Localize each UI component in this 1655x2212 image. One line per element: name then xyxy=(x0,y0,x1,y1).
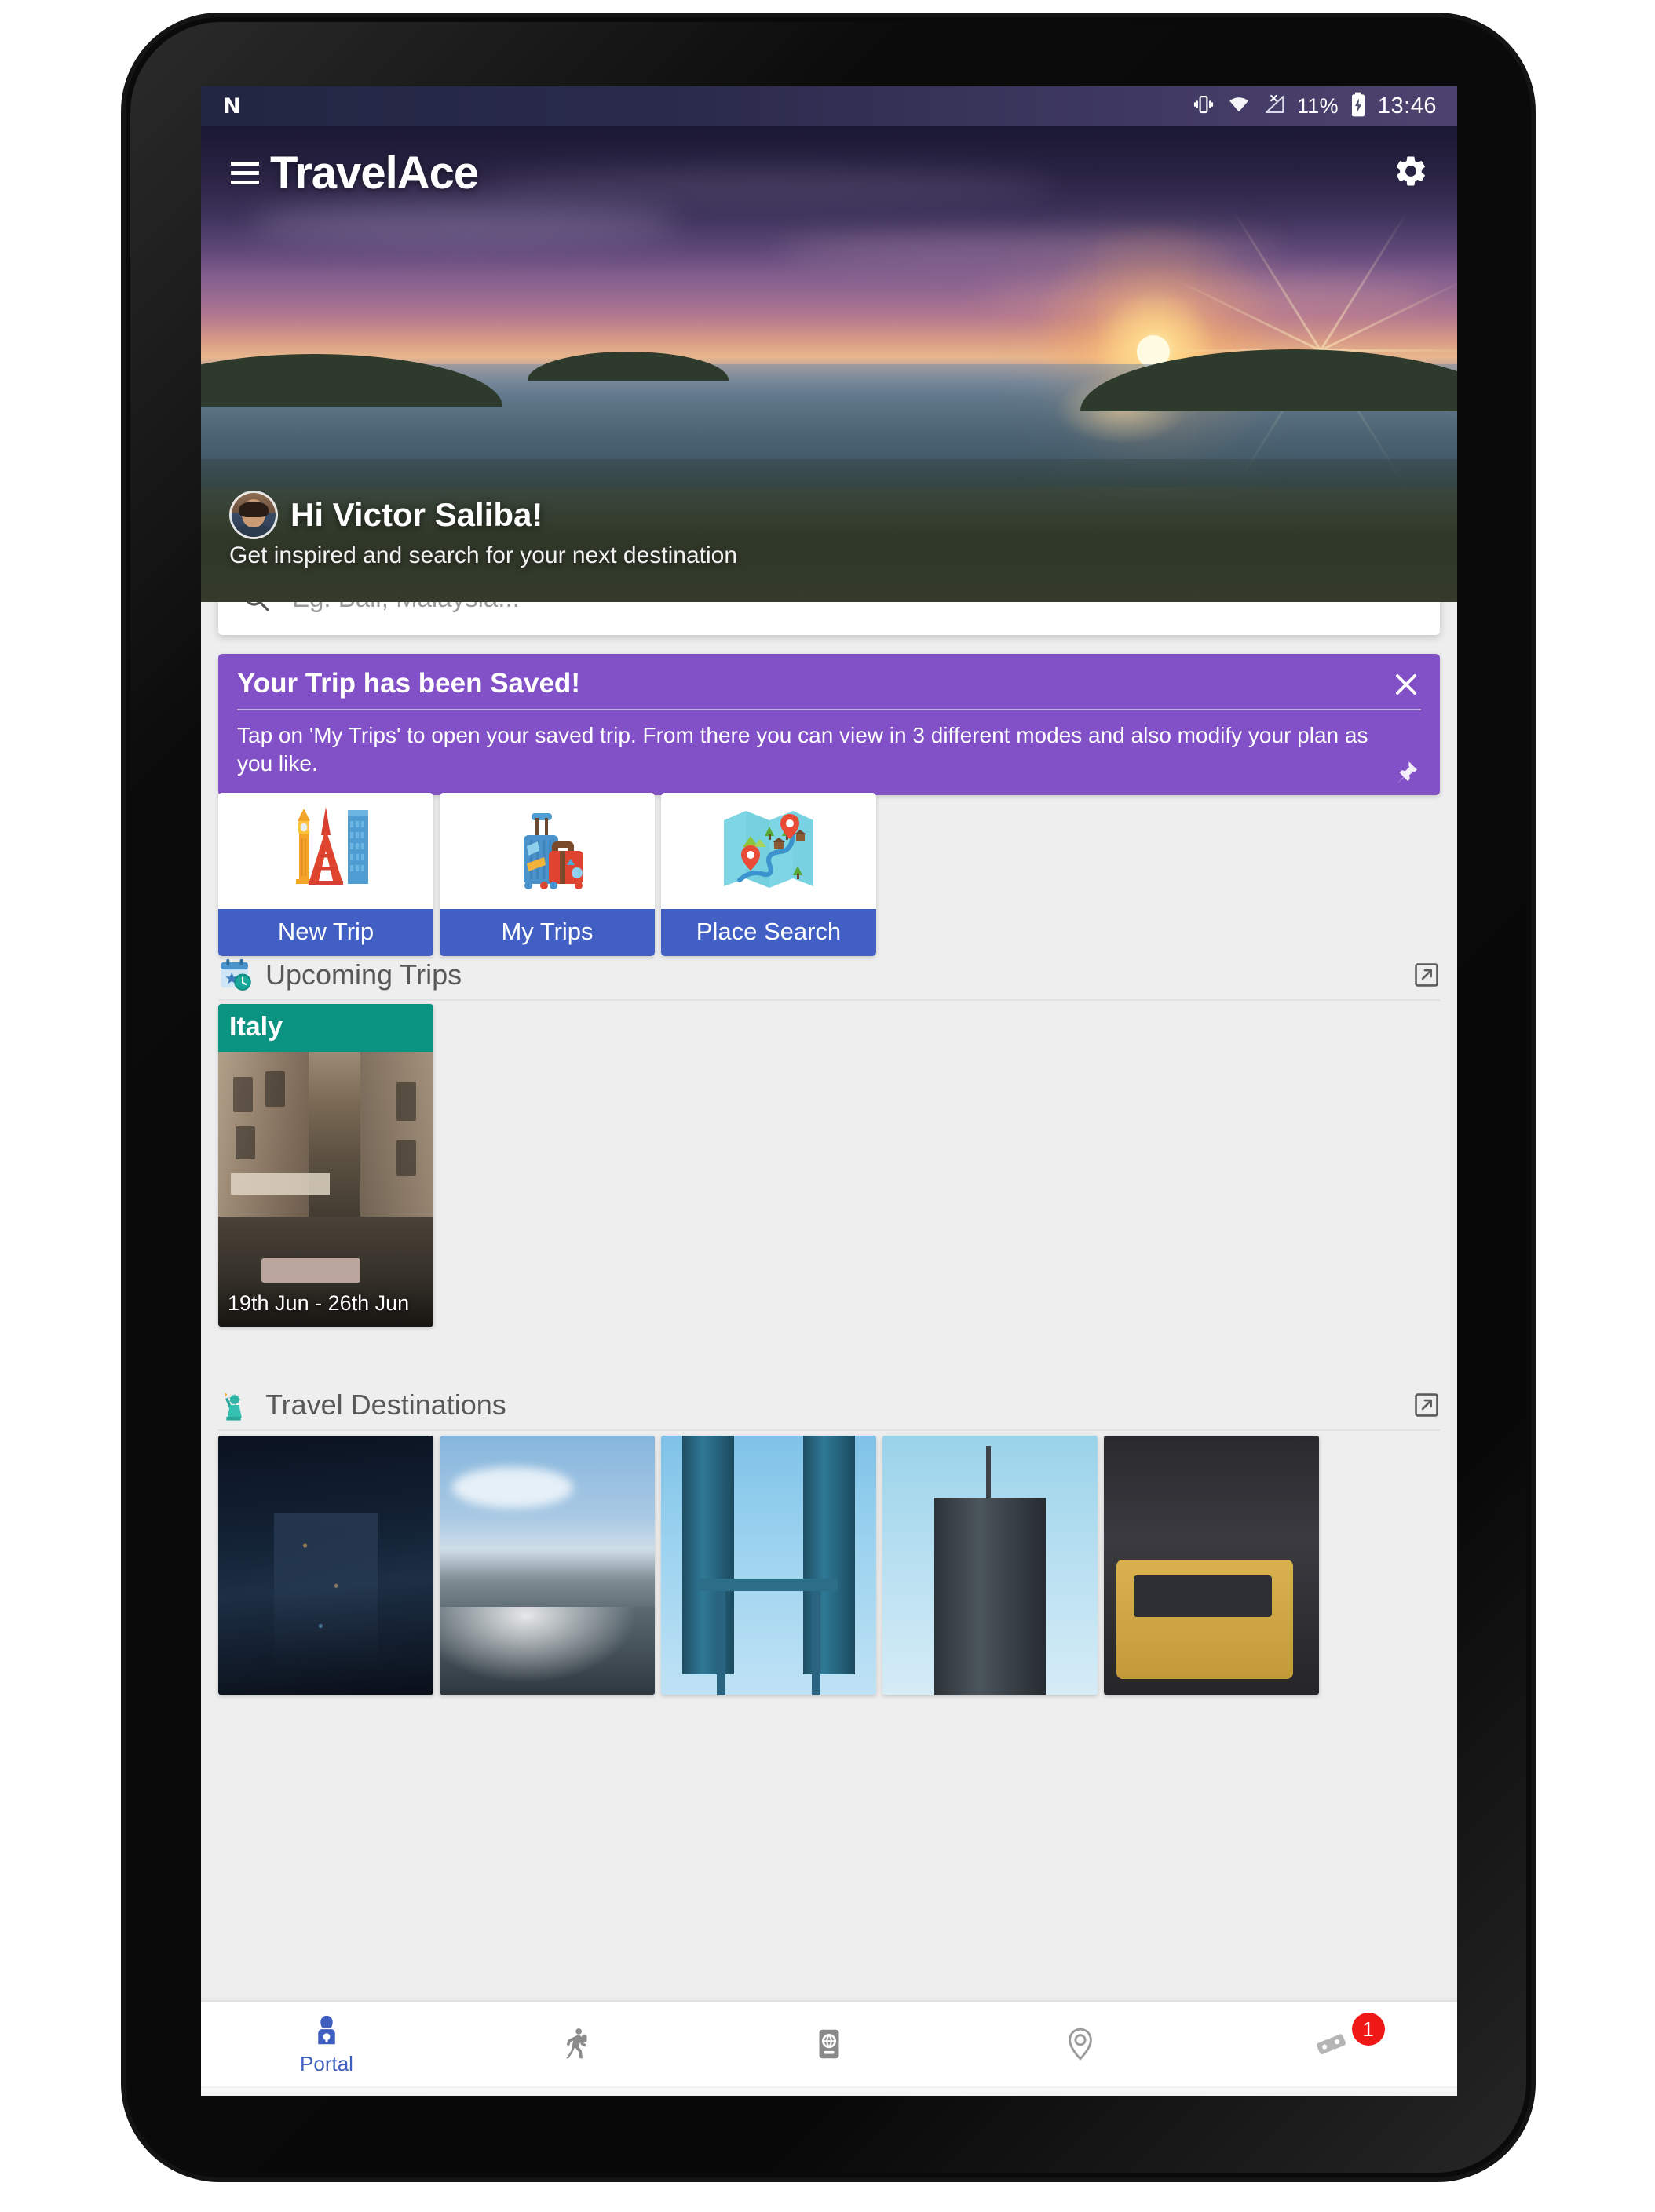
trip-cafe-table xyxy=(261,1257,360,1283)
screenshot-root: N 11% 13:46 TravelAce Hi Victor Saliba! … xyxy=(0,0,1655,2212)
close-icon[interactable] xyxy=(1391,670,1421,699)
expand-icon[interactable] xyxy=(1413,1392,1440,1418)
avatar[interactable] xyxy=(229,491,278,539)
landmarks-icon xyxy=(218,793,433,909)
hero-headland xyxy=(1080,349,1457,412)
upcoming-trips-section-header: Upcoming Trips xyxy=(218,957,1440,1001)
nav-item-location[interactable] xyxy=(955,2002,1206,2086)
banner-message: Tap on 'My Trips' to open your saved tri… xyxy=(237,721,1421,783)
trip-window xyxy=(396,1140,417,1176)
page-content: Your Trip has been Saved! Tap on 'My Tri… xyxy=(201,602,1457,2002)
trip-window xyxy=(235,1126,255,1159)
battery-percent-label: 11% xyxy=(1296,93,1339,118)
app-bar: TravelAce xyxy=(201,126,1457,220)
app-title: TravelAce xyxy=(270,147,479,199)
place-search-card[interactable]: Place Search xyxy=(661,793,876,956)
banner-header: Your Trip has been Saved! xyxy=(237,668,1421,710)
travel-destinations-title: Travel Destinations xyxy=(265,1389,506,1421)
destination-thumb-taxi[interactable] xyxy=(1104,1436,1319,1695)
passport-icon xyxy=(819,2029,839,2059)
nav-item-portal[interactable]: Portal xyxy=(201,2002,452,2086)
notification-n-icon: N xyxy=(223,93,241,119)
nav-badge-count: 1 xyxy=(1351,2013,1385,2046)
hero-headland xyxy=(201,354,502,407)
quick-action-row: New Trip My Trips Place Search xyxy=(218,793,876,956)
gear-icon[interactable] xyxy=(1393,153,1429,193)
portal-person-icon xyxy=(318,2015,335,2044)
nav-item-tickets[interactable]: 1 xyxy=(1206,2002,1457,2086)
tickets-icon xyxy=(1317,2034,1346,2055)
hamburger-menu-icon[interactable] xyxy=(231,159,259,186)
travel-destinations-section-header: Travel Destinations xyxy=(218,1387,1440,1431)
android-system-nav xyxy=(201,2086,1457,2096)
nav-item-passport[interactable] xyxy=(703,2002,955,2086)
new-trip-label: New Trip xyxy=(218,909,433,956)
destination-thumb-skyscraper[interactable] xyxy=(882,1436,1098,1695)
trip-window xyxy=(265,1071,285,1107)
trip-building-left xyxy=(218,1052,309,1239)
battery-charging-icon xyxy=(1350,92,1367,121)
hero-headland xyxy=(528,352,729,381)
travel-destinations-row xyxy=(218,1436,1319,1695)
banner-message-text: Tap on 'My Trips' to open your saved tri… xyxy=(237,723,1368,776)
destination-thumb-city-night[interactable] xyxy=(218,1436,433,1695)
upcoming-trips-title: Upcoming Trips xyxy=(265,958,462,991)
expand-icon[interactable] xyxy=(1413,962,1440,988)
hero-cloud xyxy=(779,235,1281,265)
trip-window xyxy=(233,1076,253,1112)
status-bar-left: N xyxy=(223,96,1192,117)
trip-window xyxy=(396,1082,417,1121)
trip-destination-label: Italy xyxy=(218,1004,433,1052)
destination-thumb-twin-towers[interactable] xyxy=(661,1436,876,1695)
greeting-subtitle: Get inspired and search for your next de… xyxy=(229,542,738,568)
vibrate-icon xyxy=(1192,93,1215,120)
calendar-clock-icon xyxy=(221,958,251,991)
map-icon xyxy=(661,793,876,909)
statue-of-liberty-icon xyxy=(225,1392,242,1421)
trip-photo: 19th Jun - 26th Jun xyxy=(218,1052,433,1327)
greeting-name: Hi Victor Saliba! xyxy=(290,496,543,533)
destination-thumb-coast[interactable] xyxy=(440,1436,655,1695)
trip-awning xyxy=(231,1173,331,1195)
search-input[interactable] xyxy=(292,602,1418,613)
wifi-icon xyxy=(1226,93,1251,120)
banner-title: Your Trip has been Saved! xyxy=(237,668,580,699)
trip-card-italy[interactable]: Italy 19th Jun - 26th Jun xyxy=(218,1004,433,1327)
nav-label-portal: Portal xyxy=(300,2051,353,2075)
location-pin-icon xyxy=(1069,2028,1092,2061)
app-bar-left: TravelAce xyxy=(231,147,479,199)
my-trips-card[interactable]: My Trips xyxy=(440,793,655,956)
hero-banner-image: TravelAce Hi Victor Saliba! Get inspired… xyxy=(201,126,1457,602)
hiker-icon xyxy=(566,2028,587,2059)
status-bar-clock: 13:46 xyxy=(1377,93,1437,119)
place-search-label: Place Search xyxy=(661,909,876,956)
status-bar: N 11% 13:46 xyxy=(201,86,1457,126)
hero-greeting-block: Hi Victor Saliba! Get inspired and searc… xyxy=(229,491,1429,569)
my-trips-label: My Trips xyxy=(440,909,655,956)
luggage-icon xyxy=(440,793,655,909)
search-bar[interactable] xyxy=(218,602,1440,635)
saved-trip-banner: Your Trip has been Saved! Tap on 'My Tri… xyxy=(218,654,1440,795)
new-trip-card[interactable]: New Trip xyxy=(218,793,433,956)
nav-item-hiker[interactable] xyxy=(452,2002,703,2086)
pin-icon xyxy=(1397,761,1417,783)
bottom-navigation-bar: Portal 1 xyxy=(201,2002,1457,2086)
no-signal-icon xyxy=(1262,93,1286,120)
status-bar-right: 11% 13:46 xyxy=(1192,92,1437,121)
search-icon xyxy=(247,602,269,611)
greeting-row: Hi Victor Saliba! xyxy=(229,491,1429,539)
device-screen: N 11% 13:46 TravelAce Hi Victor Saliba! … xyxy=(201,86,1457,2096)
trip-dates: 19th Jun - 26th Jun xyxy=(218,1282,433,1327)
